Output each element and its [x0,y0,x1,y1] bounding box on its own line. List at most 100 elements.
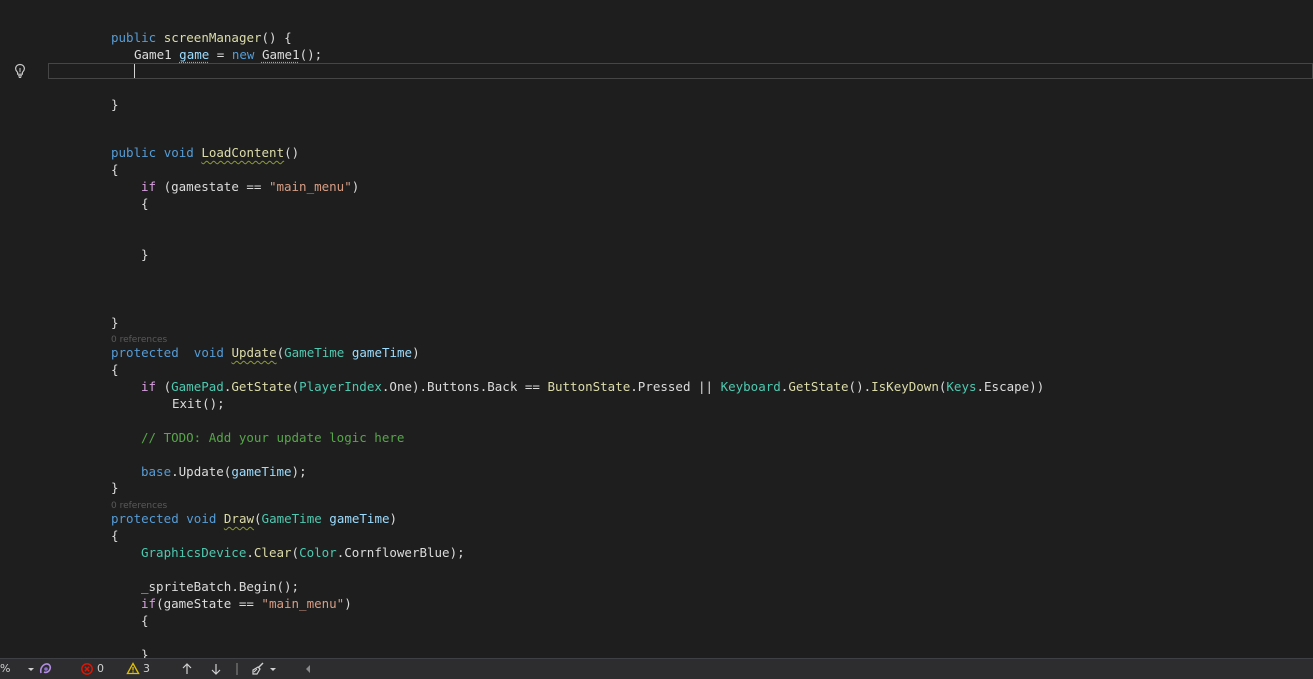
code-token: if [141,379,157,394]
code-line[interactable]: public void LoadContent() [0,144,1313,161]
code-token: . [171,464,179,479]
code-token: } [111,480,119,495]
code-token: Draw [223,511,255,526]
code-token: "main_menu" [268,179,352,194]
code-token: (); [276,579,300,594]
status-divider [236,659,238,679]
code-line[interactable]: { [0,195,1313,212]
code-token: ( [276,345,285,360]
code-line[interactable]: Game1 game = new Game1(); [0,46,1313,63]
code-line[interactable]: { [0,612,1313,629]
code-token: gameTime [231,464,292,479]
code-token: { [141,196,149,211]
code-token: { [141,613,149,628]
code-token: Keyboard [720,379,781,394]
zoom-level[interactable]: % [0,659,10,679]
code-line[interactable]: if (gamestate == "main_menu") [0,178,1313,195]
code-line[interactable]: public screenManager() { [0,29,1313,46]
code-token: .Pressed || [630,379,721,394]
code-token: "main_menu" [261,596,345,611]
code-token: LoadContent [201,145,285,160]
code-editor[interactable]: 0 references 0 references public screenMa… [0,0,1313,658]
intellicode-icon[interactable] [38,659,54,679]
code-token: ); [291,464,307,479]
text-caret [134,64,135,78]
code-line[interactable]: } [0,479,1313,496]
code-line[interactable]: // TODO: Add your update logic here [0,429,1313,446]
code-token: . [231,579,239,594]
code-line[interactable]: protected void Draw(GameTime gameTime) [0,510,1313,527]
code-token: new [231,47,255,62]
code-token: protected [111,511,179,526]
code-token: GamePad [171,379,224,394]
previous-issue-arrow-up-icon[interactable] [180,659,194,679]
code-token: ) [351,179,360,194]
code-token: Clear [253,545,292,560]
error-icon [80,659,94,679]
code-token: gameTime [329,511,390,526]
warnings-count: 3 [143,662,150,675]
code-line[interactable]: GraphicsDevice.Clear(Color.CornflowerBlu… [0,544,1313,561]
code-token: _spriteBatch [141,579,232,594]
code-token: ( [254,511,262,526]
code-token: Update [178,464,224,479]
current-line-highlight [48,63,1313,79]
code-line[interactable]: _spriteBatch.Begin(); [0,578,1313,595]
code-token: ( [291,545,300,560]
zoom-dropdown-chevron-down-icon[interactable] [26,659,36,679]
code-token: Color [299,545,337,560]
code-line[interactable]: } [0,646,1313,658]
code-token: . [246,545,254,560]
code-cleanup-chevron-down-icon[interactable] [268,659,278,679]
code-token: void [163,145,194,160]
code-token: (gameState == [156,596,262,611]
code-line[interactable]: if(gameState == "main_menu") [0,595,1313,612]
code-token: () { [261,30,292,45]
code-token: ) [344,596,352,611]
code-token: () [284,145,300,160]
next-issue-arrow-down-icon[interactable] [209,659,223,679]
code-token: GetState [231,379,292,394]
warning-icon [126,659,140,679]
scroll-left-arrow-icon[interactable] [303,659,313,679]
code-token: protected [111,345,179,360]
code-line[interactable]: Exit(); [0,395,1313,412]
code-token: void [186,511,217,526]
code-token: IsKeyDown [871,379,939,394]
code-token: screenManager [163,30,262,45]
code-token: base [141,464,172,479]
code-token: { [111,362,119,377]
code-token: // TODO: Add your update logic here [141,430,405,445]
code-line[interactable]: } [0,246,1313,263]
code-token: Begin [238,579,277,594]
code-token: (gamestate == [156,179,269,194]
code-line[interactable]: protected void Update(GameTime gameTime) [0,344,1313,361]
code-line[interactable]: { [0,527,1313,544]
code-token: Update [231,345,277,360]
code-line[interactable]: } [0,314,1313,331]
code-token: (). [848,379,872,394]
code-line[interactable]: } [0,96,1313,113]
code-token: ( [156,379,172,394]
code-token: } [141,647,149,658]
code-token: ( [291,379,300,394]
code-token: public [111,145,157,160]
code-token: if [141,596,157,611]
code-token: GraphicsDevice [141,545,247,560]
code-token: Keys [946,379,977,394]
code-token: (); [299,47,323,62]
code-line[interactable]: { [0,161,1313,178]
code-token: Exit [172,396,203,411]
code-line[interactable]: if (GamePad.GetState(PlayerIndex.One).Bu… [0,378,1313,395]
code-token: game [179,47,210,62]
code-token: ButtonState [547,379,631,394]
code-cleanup-broom-icon[interactable] [250,659,266,679]
code-token: GetState [788,379,849,394]
quick-actions-lightbulb-icon[interactable] [12,62,28,80]
code-line[interactable]: base.Update(gameTime); [0,463,1313,480]
code-line[interactable]: { [0,361,1313,378]
